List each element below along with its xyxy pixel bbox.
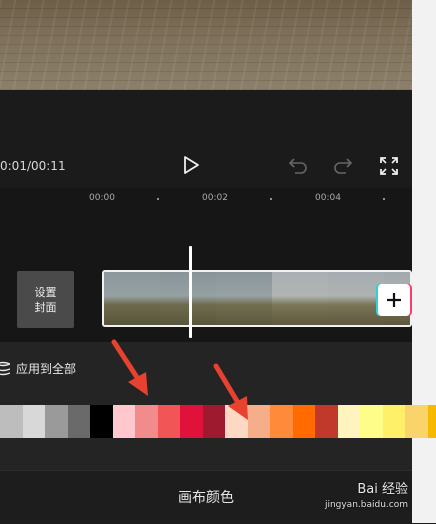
watermark-logo: Bai 经验	[357, 478, 408, 497]
color-swatch[interactable]	[68, 405, 91, 438]
color-swatch[interactable]	[23, 405, 46, 438]
time-readout: 0:01/00:11	[0, 159, 66, 173]
plus-icon	[386, 292, 402, 308]
add-clip-button[interactable]	[378, 284, 410, 316]
watermark-url: jingyan.baidu.com	[325, 500, 408, 510]
color-swatch[interactable]	[383, 405, 406, 438]
color-swatch[interactable]	[158, 405, 181, 438]
color-swatch[interactable]	[180, 405, 203, 438]
undo-icon[interactable]	[288, 156, 308, 174]
apply-to-all-button[interactable]: 应用到全部	[0, 360, 76, 377]
ruler-label: 00:04	[315, 193, 341, 203]
cover-label-line2: 封面	[35, 300, 57, 315]
set-cover-button[interactable]: 设置 封面	[17, 271, 74, 328]
color-swatch[interactable]	[360, 405, 383, 438]
ruler-label: 00:00	[89, 193, 115, 203]
color-swatch[interactable]	[315, 405, 338, 438]
preview-gap	[0, 90, 412, 150]
color-swatch[interactable]	[428, 405, 436, 438]
ruler-label: 00:02	[202, 193, 228, 203]
right-edge-strip	[412, 0, 436, 523]
clip-frame	[216, 272, 273, 325]
clip-frame	[104, 272, 161, 325]
play-icon[interactable]	[182, 156, 200, 174]
layers-icon	[0, 361, 10, 377]
color-swatch[interactable]	[338, 405, 361, 438]
cover-label-line1: 设置	[35, 285, 57, 300]
color-swatch[interactable]	[293, 405, 316, 438]
color-swatch[interactable]	[405, 405, 428, 438]
color-swatch[interactable]	[45, 405, 68, 438]
ruler-dot	[157, 198, 159, 200]
clip-frame	[328, 272, 385, 325]
playhead[interactable]	[189, 246, 192, 338]
apply-to-all-label: 应用到全部	[16, 360, 76, 377]
video-clip[interactable]	[102, 270, 412, 327]
video-preview	[0, 0, 412, 90]
clip-frame	[272, 272, 329, 325]
color-swatch[interactable]	[270, 405, 293, 438]
color-swatch[interactable]	[135, 405, 158, 438]
color-swatch[interactable]	[90, 405, 113, 438]
redo-icon[interactable]	[333, 156, 353, 174]
ruler-dot	[270, 198, 272, 200]
annotation-arrow	[108, 338, 154, 400]
color-swatch[interactable]	[113, 405, 136, 438]
ruler-dot	[383, 198, 385, 200]
color-swatch[interactable]	[0, 405, 23, 438]
annotation-arrow	[210, 362, 256, 424]
fullscreen-icon[interactable]	[380, 157, 398, 175]
